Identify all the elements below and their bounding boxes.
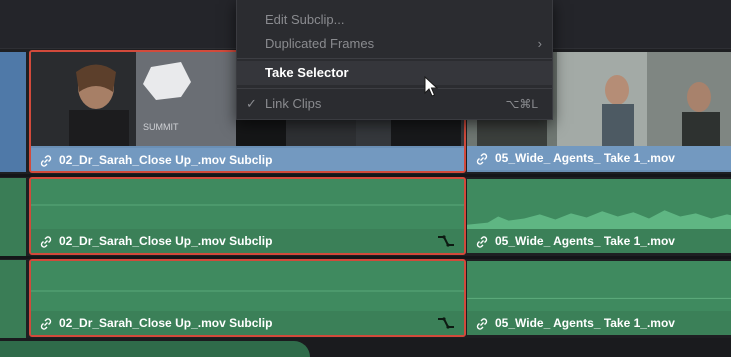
menu-item-label: Link Clips [265,96,322,111]
clip-label: 02_Dr_Sarah_Close Up_.mov Subclip [31,229,464,253]
audio-waveform [31,261,464,313]
clip-name: 02_Dr_Sarah_Close Up_.mov Subclip [59,316,273,330]
clip-label: 02_Dr_Sarah_Close Up_.mov Subclip [31,311,464,335]
audio-clip-dr-sarah-a2[interactable]: 02_Dr_Sarah_Close Up_.mov Subclip [29,259,466,337]
svg-text:SUMMIT: SUMMIT [143,122,179,132]
clip-label: 05_Wide_ Agents_ Take 1_.mov [467,229,731,253]
menu-item-duplicated-frames[interactable]: Duplicated Frames › [237,32,552,56]
mouse-pointer-icon [424,76,438,97]
partial-video-clip[interactable] [0,52,26,172]
partial-clip-bottom[interactable] [0,341,310,357]
link-icon [40,236,52,248]
audio-waveform [467,261,731,313]
partial-audio-clip[interactable] [0,260,26,338]
audio-clip-wide-agents-a1[interactable]: 05_Wide_ Agents_ Take 1_.mov [467,179,731,253]
clip-label: 02_Dr_Sarah_Close Up_.mov Subclip [31,148,464,171]
checkmark-icon: ✓ [246,96,257,111]
menu-separator [237,58,552,59]
clip-name: 05_Wide_ Agents_ Take 1_.mov [495,234,675,248]
clip-label: 05_Wide_ Agents_ Take 1_.mov [467,146,731,170]
menu-item-label: Duplicated Frames [265,36,375,51]
audio-clip-wide-agents-a2[interactable]: 05_Wide_ Agents_ Take 1_.mov [467,261,731,335]
audio-waveform [31,179,464,231]
clip-name: 05_Wide_ Agents_ Take 1_.mov [495,151,675,165]
clip-name: 02_Dr_Sarah_Close Up_.mov Subclip [59,153,273,167]
link-icon [40,155,52,167]
clip-label: 05_Wide_ Agents_ Take 1_.mov [467,311,731,335]
menu-item-edit-subclip[interactable]: Edit Subclip... [237,8,552,32]
audio-clip-dr-sarah-a1[interactable]: 02_Dr_Sarah_Close Up_.mov Subclip [29,177,466,255]
menu-separator [237,88,552,89]
link-icon [476,236,488,248]
curve-icon[interactable] [436,233,456,249]
menu-item-take-selector[interactable]: Take Selector [237,61,552,85]
clip-name: 02_Dr_Sarah_Close Up_.mov Subclip [59,234,273,248]
menu-item-shortcut: ⌥⌘L [505,97,538,111]
menu-item-label: Take Selector [265,65,349,80]
menu-item-link-clips[interactable]: ✓ Link Clips ⌥⌘L [237,92,552,116]
link-icon [476,318,488,330]
chevron-right-icon: › [537,36,542,51]
curve-icon[interactable] [436,315,456,331]
link-icon [476,153,488,165]
menu-item-label: Edit Subclip... [265,12,345,27]
link-icon [40,318,52,330]
partial-audio-clip[interactable] [0,178,26,256]
audio-waveform [467,179,731,231]
context-menu: Edit Subclip... Duplicated Frames › Take… [236,0,553,120]
clip-name: 05_Wide_ Agents_ Take 1_.mov [495,316,675,330]
